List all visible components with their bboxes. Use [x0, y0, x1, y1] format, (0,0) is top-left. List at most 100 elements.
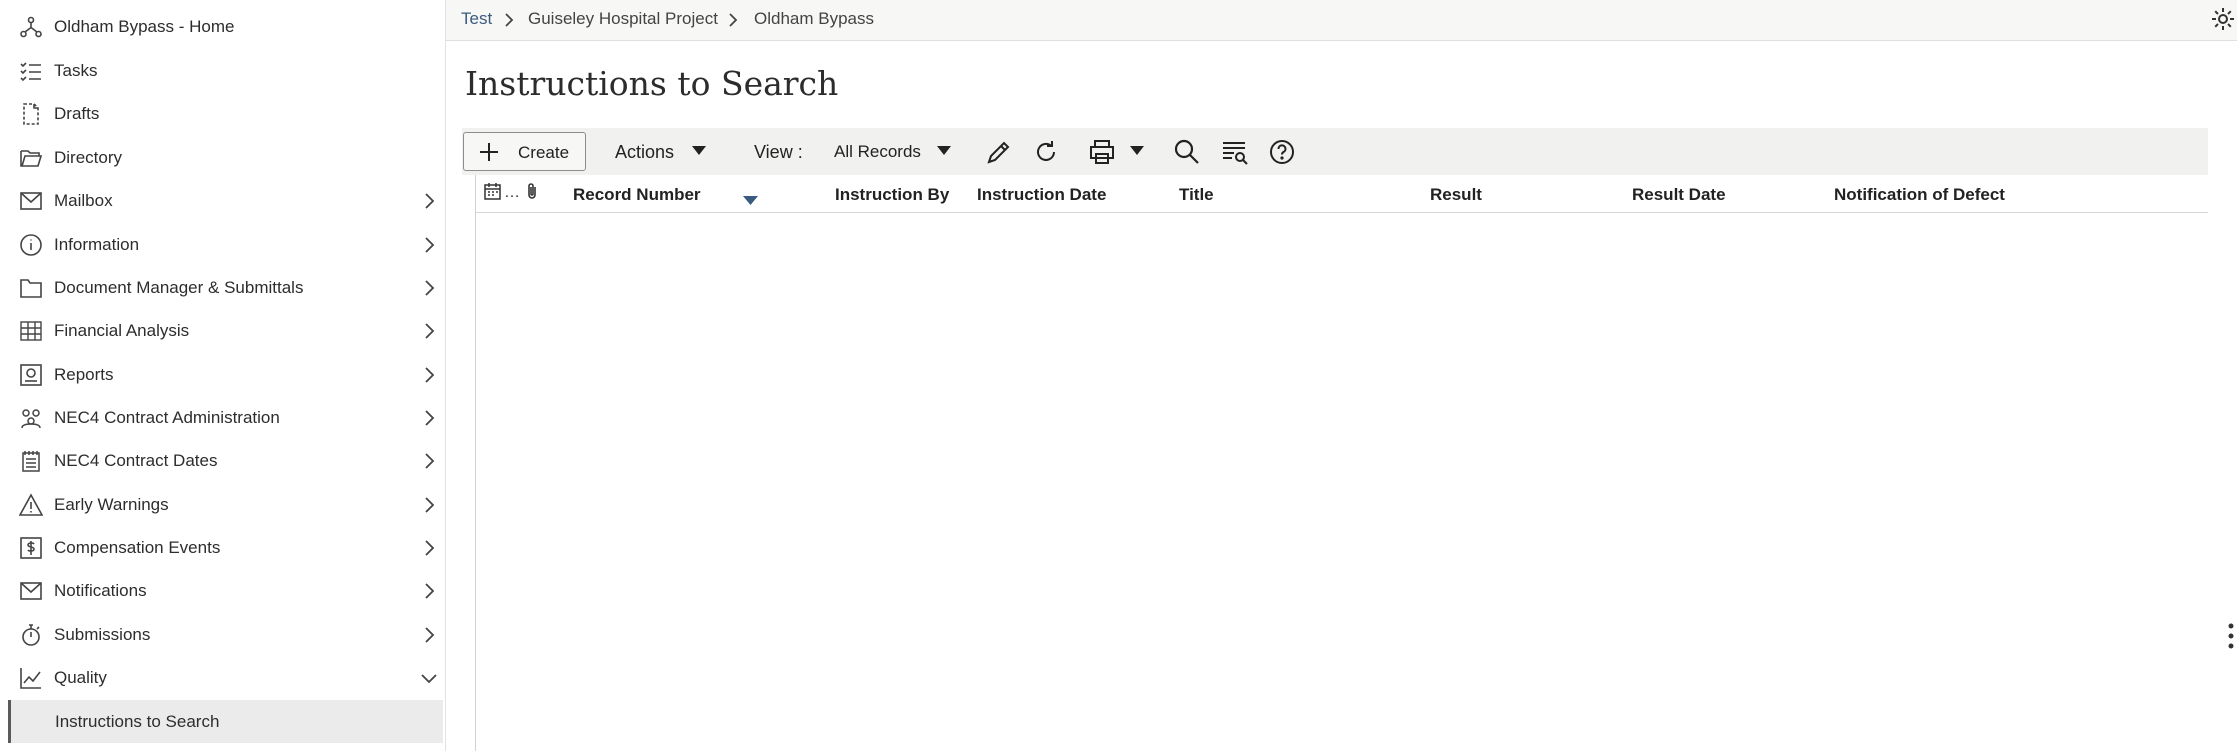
column-menu-ellipsis-icon[interactable]: …	[504, 184, 520, 202]
report-icon	[18, 362, 44, 388]
folder-open-icon	[18, 145, 44, 171]
sidebar-item-label: Compensation Events	[54, 537, 221, 557]
sidebar-item-label: Mailbox	[54, 190, 113, 210]
calendar-pad-icon	[18, 448, 44, 474]
sidebar-item-quality[interactable]: Quality	[0, 656, 440, 699]
column-header-instruction-date[interactable]: Instruction Date	[977, 185, 1106, 205]
sidebar-item-financial-analysis[interactable]: Financial Analysis	[0, 309, 440, 352]
breadcrumb-item: Oldham Bypass	[754, 9, 874, 28]
column-header-record-number[interactable]: Record Number	[573, 185, 701, 205]
caret-down-icon[interactable]	[1130, 146, 1144, 156]
sidebar: Oldham Bypass - Home Tasks Drafts Direct…	[0, 0, 446, 751]
sidebar-item-information[interactable]: Information	[0, 223, 440, 266]
toolbar	[462, 128, 2208, 175]
chevron-right-icon	[505, 13, 514, 27]
sidebar-item-home[interactable]: Oldham Bypass - Home	[0, 5, 440, 48]
edit-icon[interactable]	[985, 138, 1013, 166]
sidebar-item-document-manager[interactable]: Document Manager & Submittals	[0, 266, 440, 309]
sidebar-item-label: NEC4 Contract Dates	[54, 450, 218, 470]
print-icon[interactable]	[1088, 138, 1116, 166]
stopwatch-icon	[18, 622, 44, 648]
mail-icon	[18, 188, 44, 214]
column-header-instruction-by[interactable]: Instruction By	[835, 185, 949, 205]
search-icon[interactable]	[1173, 138, 1201, 166]
column-header-result-date[interactable]: Result Date	[1632, 185, 1726, 205]
info-icon	[18, 232, 44, 258]
people-network-icon	[18, 405, 44, 431]
view-label: View :	[754, 142, 803, 162]
dollar-icon	[18, 535, 44, 561]
chevron-right-icon	[425, 279, 435, 296]
column-header-title[interactable]: Title	[1179, 185, 1214, 205]
chevron-right-icon	[425, 236, 435, 253]
sidebar-item-label: NEC4 Contract Administration	[54, 407, 280, 427]
chevron-right-icon	[425, 452, 435, 469]
chevron-right-icon	[729, 13, 738, 27]
chevron-right-icon	[425, 366, 435, 383]
column-header-notification-of-defect[interactable]: Notification of Defect	[1834, 185, 2005, 205]
breadcrumb-item[interactable]: Guiseley Hospital Project	[528, 9, 718, 29]
view-select[interactable]: All Records	[834, 142, 921, 162]
chevron-right-icon	[425, 322, 435, 339]
sidebar-item-label: Information	[54, 234, 140, 254]
create-button[interactable]: Create	[463, 132, 586, 171]
breadcrumb-item[interactable]: Test	[461, 9, 492, 29]
sidebar-subitem-instructions-to-search[interactable]: Instructions to Search	[8, 700, 443, 743]
chevron-right-icon	[425, 192, 435, 209]
sidebar-item-reports[interactable]: Reports	[0, 353, 440, 396]
sidebar-item-label: Tasks	[54, 60, 98, 80]
create-label: Create	[518, 143, 570, 162]
calendar-icon[interactable]	[483, 181, 503, 201]
sidebar-item-directory[interactable]: Directory	[0, 136, 440, 179]
sidebar-item-label: Early Warnings	[54, 494, 169, 514]
sidebar-item-submissions[interactable]: Submissions	[0, 613, 440, 656]
actions-menu[interactable]: Actions	[615, 142, 674, 163]
sidebar-item-nec4-contract-administration[interactable]: NEC4 Contract Administration	[0, 396, 440, 439]
sidebar-item-label: Oldham Bypass - Home	[54, 16, 235, 36]
chevron-down-icon	[421, 673, 437, 683]
refresh-icon[interactable]	[1032, 138, 1060, 166]
line-chart-icon	[18, 665, 44, 691]
records-grid	[475, 175, 2209, 751]
warning-icon	[18, 492, 44, 518]
sidebar-item-notifications[interactable]: Notifications	[0, 569, 440, 612]
folder-icon	[18, 275, 44, 301]
sidebar-item-label: Drafts	[54, 103, 100, 123]
header-divider	[476, 212, 2208, 213]
sort-descending-icon[interactable]	[743, 196, 758, 205]
column-header-result[interactable]: Result	[1430, 185, 1482, 205]
more-vertical-icon[interactable]	[2227, 622, 2235, 650]
sidebar-item-label: Directory	[54, 147, 123, 167]
sidebar-item-drafts[interactable]: Drafts	[0, 92, 440, 135]
sidebar-subitem-label: Instructions to Search	[55, 711, 220, 731]
sidebar-item-label: Notifications	[54, 580, 147, 600]
sidebar-item-label: Reports	[54, 364, 114, 384]
filter-search-icon[interactable]	[1221, 138, 1249, 166]
sidebar-item-early-warnings[interactable]: Early Warnings	[0, 483, 440, 526]
drafts-icon	[18, 101, 44, 127]
chevron-right-icon	[425, 496, 435, 513]
attachment-icon[interactable]	[524, 181, 540, 201]
spreadsheet-icon	[18, 318, 44, 344]
sidebar-item-compensation-events[interactable]: Compensation Events	[0, 526, 440, 569]
chevron-right-icon	[425, 626, 435, 643]
chevron-right-icon	[425, 582, 435, 599]
task-list-icon	[18, 58, 44, 84]
sidebar-item-mailbox[interactable]: Mailbox	[0, 179, 440, 222]
caret-down-icon[interactable]	[692, 146, 706, 156]
help-icon[interactable]	[1268, 138, 1296, 166]
caret-down-icon[interactable]	[937, 146, 951, 156]
plus-icon	[480, 143, 498, 161]
sidebar-item-label: Financial Analysis	[54, 320, 190, 340]
page-title: Instructions to Search	[465, 64, 839, 103]
sidebar-item-nec4-contract-dates[interactable]: NEC4 Contract Dates	[0, 439, 440, 482]
sidebar-item-label: Quality	[54, 667, 107, 687]
chevron-right-icon	[425, 409, 435, 426]
sidebar-item-label: Submissions	[54, 624, 151, 644]
sidebar-item-tasks[interactable]: Tasks	[0, 49, 440, 92]
gear-icon[interactable]	[2209, 5, 2237, 33]
chevron-right-icon	[425, 539, 435, 556]
sidebar-item-label: Document Manager & Submittals	[54, 277, 304, 297]
mail-icon	[18, 578, 44, 604]
project-tree-icon	[18, 14, 44, 40]
